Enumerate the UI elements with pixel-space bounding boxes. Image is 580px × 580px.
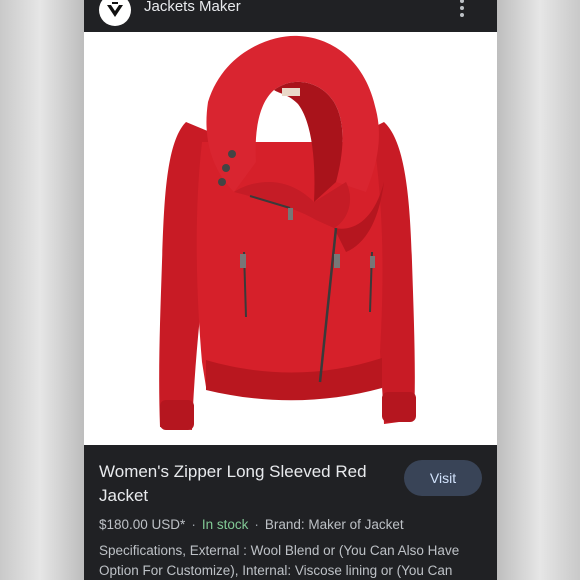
product-panel: Jackets Maker Women's Zipper Long Sleeve… xyxy=(84,0,497,580)
product-title[interactable]: Women's Zipper Long Sleeved Red Jacket xyxy=(99,460,389,508)
site-logo[interactable] xyxy=(99,0,131,26)
separator-dot: · xyxy=(191,517,196,532)
brand: Brand: Maker of Jacket xyxy=(264,517,404,532)
price: $180.00 USD* xyxy=(99,517,186,532)
more-vert-icon[interactable] xyxy=(452,0,472,18)
product-image[interactable] xyxy=(84,32,497,445)
jacket-image xyxy=(159,35,416,430)
product-specs: Specifications, External : Wool Blend or… xyxy=(99,543,460,578)
visit-button[interactable]: Visit xyxy=(404,460,482,496)
logo-emblem-icon xyxy=(107,2,123,17)
separator-dot: · xyxy=(254,517,259,532)
product-meta: $180.00 USD* · In stock · Brand: Maker of Ja… xyxy=(99,517,404,532)
top-bar: Jackets Maker xyxy=(84,0,497,32)
site-name[interactable]: Jackets Maker xyxy=(144,0,241,15)
stock-status: In stock xyxy=(201,517,249,532)
